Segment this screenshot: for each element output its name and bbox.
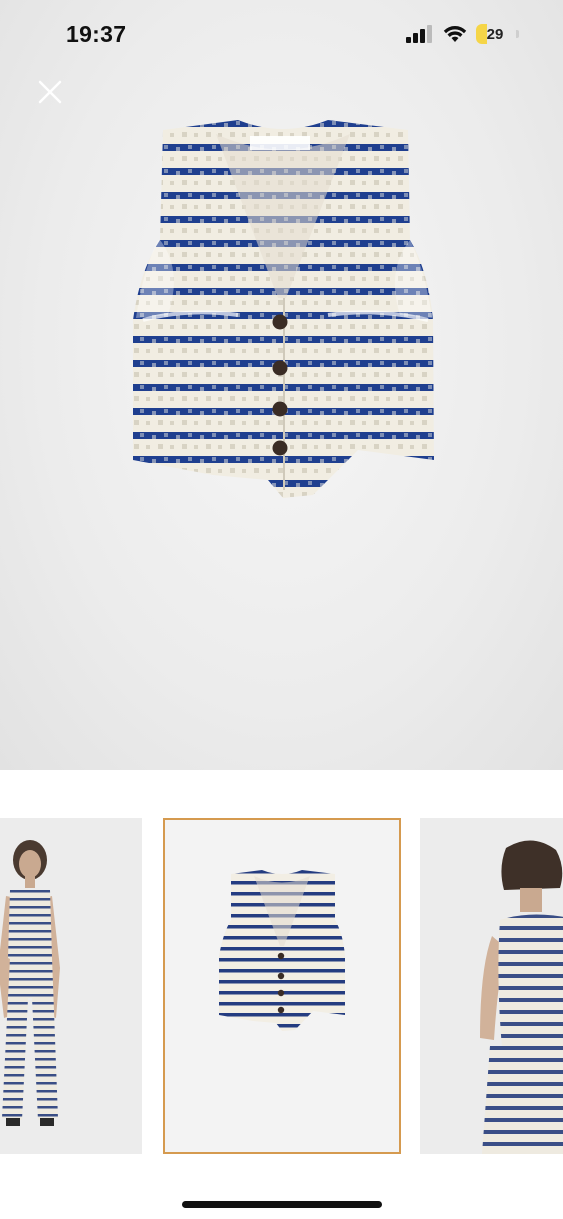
thumbnail-model-back[interactable]	[420, 818, 563, 1154]
thumbnail-strip	[0, 818, 563, 1154]
thumbnail-vest-flat[interactable]	[163, 818, 401, 1154]
battery-percent: 29	[486, 25, 504, 43]
model-front-image	[0, 818, 142, 1154]
battery-icon: 29	[476, 24, 519, 44]
thumbnail-model-front[interactable]	[0, 818, 142, 1154]
cellular-signal-icon	[406, 25, 432, 43]
status-time: 19:37	[66, 20, 127, 47]
model-back-image	[420, 818, 563, 1154]
status-icons: 29	[406, 24, 519, 44]
status-bar: 19:37 29	[0, 0, 563, 68]
main-product-image[interactable]	[0, 0, 563, 770]
striped-vest-image	[133, 120, 434, 498]
close-icon[interactable]	[34, 76, 66, 108]
home-indicator[interactable]	[182, 1201, 382, 1208]
wifi-icon	[443, 26, 467, 42]
vest-flat-image	[165, 820, 399, 1152]
